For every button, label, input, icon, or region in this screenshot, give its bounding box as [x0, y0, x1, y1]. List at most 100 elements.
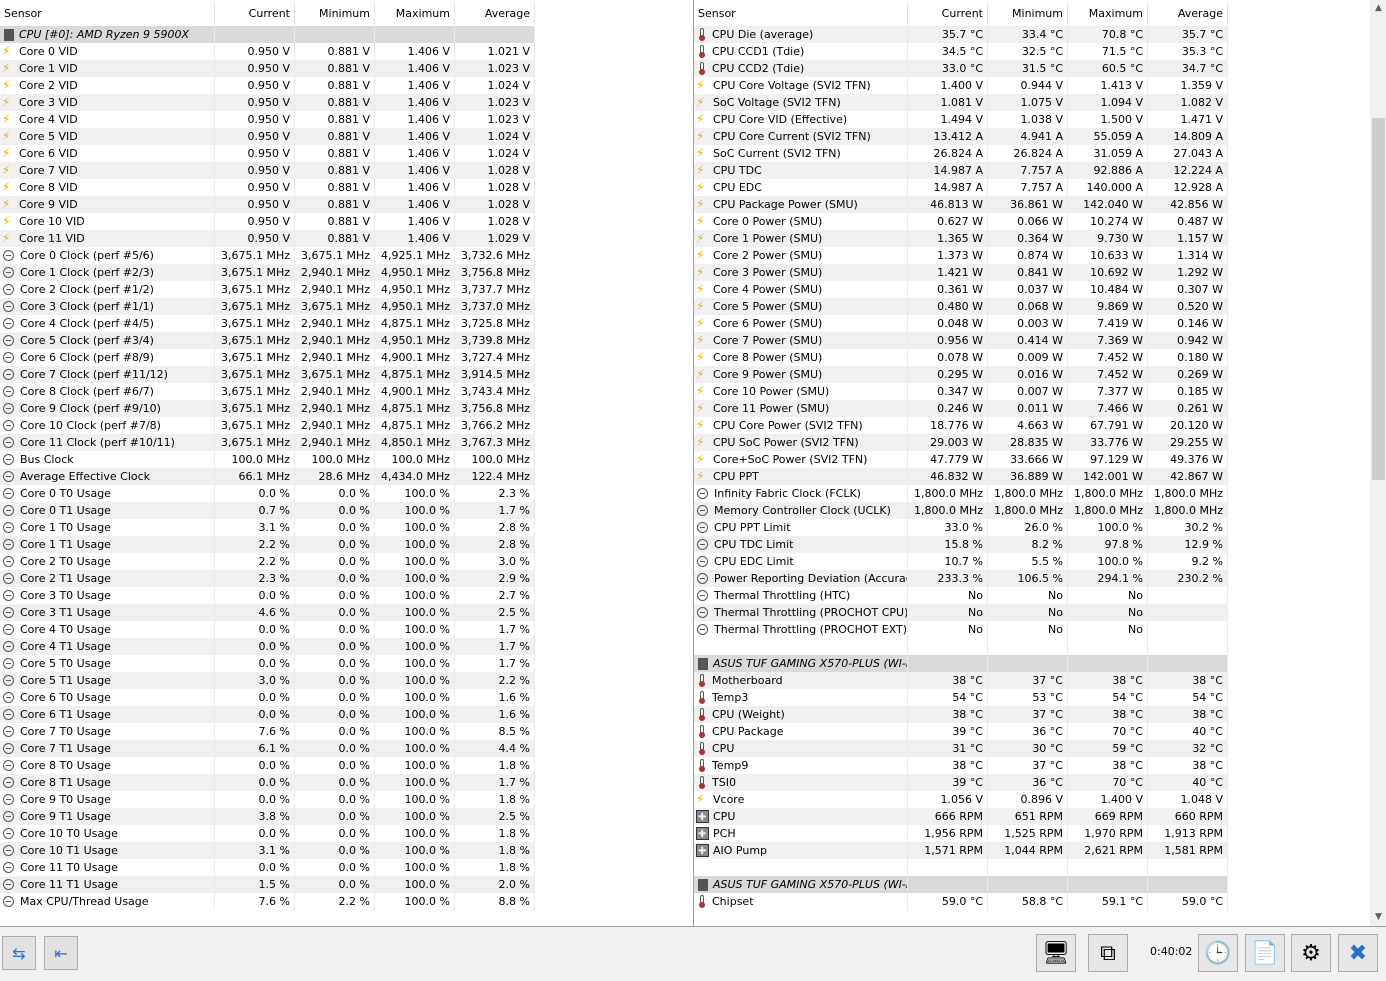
- sensor-row[interactable]: CPU Package 39 °C 36 °C 70 °C 40 °C: [694, 723, 1228, 740]
- sensor-row[interactable]: Core 9 T1 Usage 3.8 % 0.0 % 100.0 % 2.5 %: [0, 808, 535, 825]
- sensor-row[interactable]: Core 1 Clock (perf #2/3) 3,675.1 MHz 2,940…: [0, 264, 535, 281]
- sensor-row[interactable]: Core 10 T0 Usage 0.0 % 0.0 % 100.0 % 1.8 %: [0, 825, 535, 842]
- sensor-row[interactable]: Core 10 Power (SMU) 0.347 W0.007 W7.377 W…: [694, 383, 1228, 400]
- sensor-row[interactable]: Core 7 Clock (perf #11/12) 3,675.1 MHz 3,6…: [0, 366, 535, 383]
- sensor-row[interactable]: Core 8 T0 Usage 0.0 % 0.0 % 100.0 % 1.8 %: [0, 757, 535, 774]
- col-header-sensor[interactable]: Sensor: [694, 3, 908, 25]
- sensor-row[interactable]: Core 6 T0 Usage 0.0 % 0.0 % 100.0 % 1.6 %: [0, 689, 535, 706]
- sensor-row[interactable]: CPU PPT 46.832 W36.889 W142.001 W42.867 W: [694, 468, 1228, 485]
- sensor-row[interactable]: Core 1 VID 0.950 V0.881 V1.406 V1.023 V: [0, 60, 535, 77]
- sensor-row[interactable]: Temp9 38 °C 37 °C 38 °C 38 °C: [694, 757, 1228, 774]
- sensor-table-right[interactable]: Sensor Current Minimum Maximum Average C…: [693, 0, 1386, 926]
- sensor-row[interactable]: Max CPU/Thread Usage 7.6 % 2.2 % 100.0 % 8.8…: [0, 893, 535, 910]
- sensor-row[interactable]: Average Effective Clock 66.1 MHz 28.6 MHz 4…: [0, 468, 535, 485]
- col-header-minimum[interactable]: Minimum: [295, 3, 375, 25]
- col-header-average[interactable]: Average: [455, 3, 535, 25]
- sensor-row[interactable]: Core 11 T1 Usage 1.5 % 0.0 % 100.0 % 2.0 %: [0, 876, 535, 893]
- sensor-row[interactable]: Core 0 T1 Usage 0.7 % 0.0 % 100.0 % 1.7 %: [0, 502, 535, 519]
- sensor-row[interactable]: PCH 1,956 RPM1,525 RPM1,970 RPM1,913 RPM: [694, 825, 1228, 842]
- sensor-row[interactable]: Core 8 Power (SMU) 0.078 W0.009 W7.452 W0…: [694, 349, 1228, 366]
- clock-icon[interactable]: 🕒: [1198, 934, 1238, 972]
- sensor-row[interactable]: Core 2 T1 Usage 2.3 % 0.0 % 100.0 % 2.9 %: [0, 570, 535, 587]
- network-layout-icon[interactable]: ⧉: [1088, 934, 1128, 972]
- sensor-row[interactable]: Core 5 T1 Usage 3.0 % 0.0 % 100.0 % 2.2 %: [0, 672, 535, 689]
- network-monitor-icon[interactable]: 🖥: [1036, 934, 1076, 972]
- col-header-maximum[interactable]: Maximum: [1068, 3, 1148, 25]
- expand-arrows-icon[interactable]: ⇆: [2, 936, 36, 970]
- sensor-row[interactable]: Power Reporting Deviation (Accuracy) 233.…: [694, 570, 1228, 587]
- col-header-current[interactable]: Current: [908, 3, 988, 25]
- sensor-row[interactable]: Core 2 T0 Usage 2.2 % 0.0 % 100.0 % 3.0 %: [0, 553, 535, 570]
- sensor-row[interactable]: TSI0 39 °C 36 °C 70 °C 40 °C: [694, 774, 1228, 791]
- sensor-group-row[interactable]: CPU [#0]: AMD Ryzen 9 5900X: [0, 26, 535, 43]
- sensor-row[interactable]: Core 2 VID 0.950 V0.881 V1.406 V1.024 V: [0, 77, 535, 94]
- sensor-row[interactable]: Core 3 T0 Usage 0.0 % 0.0 % 100.0 % 2.7 %: [0, 587, 535, 604]
- sensor-row[interactable]: Core 0 T0 Usage 0.0 % 0.0 % 100.0 % 2.3 %: [0, 485, 535, 502]
- sensor-table-left[interactable]: Sensor Current Minimum Maximum Average C…: [0, 0, 690, 926]
- sensor-row[interactable]: Core 2 Clock (perf #1/2) 3,675.1 MHz 2,940…: [0, 281, 535, 298]
- sensor-row[interactable]: Core 8 T1 Usage 0.0 % 0.0 % 100.0 % 1.7 %: [0, 774, 535, 791]
- sensor-row[interactable]: Core 10 T1 Usage 3.1 % 0.0 % 100.0 % 1.8 %: [0, 842, 535, 859]
- sensor-row[interactable]: SoC Current (SVI2 TFN)26.824 A26.824 A31…: [694, 145, 1228, 162]
- sensor-row[interactable]: Core 10 VID 0.950 V0.881 V1.406 V1.028 V: [0, 213, 535, 230]
- sensor-row[interactable]: Core 9 VID 0.950 V0.881 V1.406 V1.028 V: [0, 196, 535, 213]
- sensor-row[interactable]: Core 3 Clock (perf #1/1) 3,675.1 MHz 3,675…: [0, 298, 535, 315]
- vertical-scrollbar[interactable]: ▲ ▼: [1370, 0, 1386, 926]
- sensor-row[interactable]: AIO Pump 1,571 RPM1,044 RPM2,621 RPM1,581…: [694, 842, 1228, 859]
- sensor-row[interactable]: Thermal Throttling (HTC) No No No: [694, 587, 1228, 604]
- sensor-row[interactable]: Core 4 VID 0.950 V0.881 V1.406 V1.023 V: [0, 111, 535, 128]
- sensor-row[interactable]: Core 4 Clock (perf #4/5) 3,675.1 MHz 2,940…: [0, 315, 535, 332]
- sensor-row[interactable]: Motherboard 38 °C 37 °C 38 °C 38 °C: [694, 672, 1228, 689]
- sensor-row[interactable]: Thermal Throttling (PROCHOT CPU) No No No: [694, 604, 1228, 621]
- col-header-minimum[interactable]: Minimum: [988, 3, 1068, 25]
- sensor-row[interactable]: Core 3 Power (SMU) 1.421 W0.841 W10.692 W…: [694, 264, 1228, 281]
- sensor-row[interactable]: Core 9 T0 Usage 0.0 % 0.0 % 100.0 % 1.8 %: [0, 791, 535, 808]
- sensor-row[interactable]: CPU (Weight) 38 °C 37 °C 38 °C 38 °C: [694, 706, 1228, 723]
- sensor-row[interactable]: Core 7 Power (SMU) 0.956 W0.414 W7.369 W0…: [694, 332, 1228, 349]
- sensor-row[interactable]: CPU Core Current (SVI2 TFN) 13.412 A4.941…: [694, 128, 1228, 145]
- sensor-row[interactable]: Chipset 59.0 °C 58.8 °C 59.1 °C 59.0 °C: [694, 893, 1228, 910]
- col-header-sensor[interactable]: Sensor: [0, 3, 215, 25]
- sensor-row[interactable]: Core 11 Clock (perf #10/11) 3,675.1 MHz 2,…: [0, 434, 535, 451]
- collapse-arrows-icon[interactable]: ⇤: [44, 936, 78, 970]
- close-icon[interactable]: ✖: [1338, 934, 1378, 972]
- sensor-row[interactable]: Core 0 Power (SMU) 0.627 W0.066 W10.274 W…: [694, 213, 1228, 230]
- sensor-row[interactable]: CPU Core Power (SVI2 TFN) 18.776 W4.663 W…: [694, 417, 1228, 434]
- col-header-current[interactable]: Current: [215, 3, 295, 25]
- add-report-icon[interactable]: 📄: [1245, 934, 1285, 972]
- sensor-row[interactable]: Core 4 Power (SMU) 0.361 W0.037 W10.484 W…: [694, 281, 1228, 298]
- gear-icon[interactable]: ⚙: [1291, 934, 1331, 972]
- sensor-row[interactable]: CPU EDC 14.987 A7.757 A140.000 A12.928 A: [694, 179, 1228, 196]
- sensor-row[interactable]: CPU 31 °C 30 °C 59 °C 32 °C: [694, 740, 1228, 757]
- sensor-row[interactable]: Core 6 Power (SMU) 0.048 W0.003 W7.419 W0…: [694, 315, 1228, 332]
- col-header-maximum[interactable]: Maximum: [375, 3, 455, 25]
- sensor-row[interactable]: Core 5 Power (SMU) 0.480 W0.068 W9.869 W0…: [694, 298, 1228, 315]
- sensor-row[interactable]: Core 1 T0 Usage 3.1 % 0.0 % 100.0 % 2.8 %: [0, 519, 535, 536]
- sensor-row[interactable]: Core 5 Clock (perf #3/4) 3,675.1 MHz 2,940…: [0, 332, 535, 349]
- sensor-row[interactable]: SoC Voltage (SVI2 TFN) 1.081 V1.075 V1.09…: [694, 94, 1228, 111]
- sensor-row[interactable]: Core 4 T1 Usage 0.0 % 0.0 % 100.0 % 1.7 %: [0, 638, 535, 655]
- sensor-row[interactable]: Core 2 Power (SMU) 1.373 W0.874 W10.633 W…: [694, 247, 1228, 264]
- scroll-up-icon[interactable]: ▲: [1370, 0, 1386, 17]
- sensor-row[interactable]: Core 11 VID 0.950 V0.881 V1.406 V1.029 V: [0, 230, 535, 247]
- sensor-row[interactable]: CPU TDC Limit 15.8 % 8.2 % 97.8 % 12.9 %: [694, 536, 1228, 553]
- sensor-row[interactable]: Core 6 Clock (perf #8/9) 3,675.1 MHz 2,940…: [0, 349, 535, 366]
- sensor-row[interactable]: Core 7 T0 Usage 7.6 % 0.0 % 100.0 % 8.5 %: [0, 723, 535, 740]
- sensor-row[interactable]: Core 7 VID 0.950 V0.881 V1.406 V1.028 V: [0, 162, 535, 179]
- sensor-row[interactable]: CPU Core VID (Effective)1.494 V1.038 V1.…: [694, 111, 1228, 128]
- sensor-row[interactable]: Vcore 1.056 V0.896 V1.400 V1.048 V: [694, 791, 1228, 808]
- scroll-thumb[interactable]: [1372, 118, 1385, 480]
- sensor-row[interactable]: Core 5 VID 0.950 V0.881 V1.406 V1.024 V: [0, 128, 535, 145]
- sensor-row[interactable]: Memory Controller Clock (UCLK) 1,800.0 MH…: [694, 502, 1228, 519]
- sensor-row[interactable]: Core+SoC Power (SVI2 TFN) 47.779 W33.666 …: [694, 451, 1228, 468]
- sensor-row[interactable]: Core 8 Clock (perf #6/7) 3,675.1 MHz 2,940…: [0, 383, 535, 400]
- sensor-row[interactable]: Core 4 T0 Usage 0.0 % 0.0 % 100.0 % 1.7 %: [0, 621, 535, 638]
- sensor-row[interactable]: Core 0 VID 0.950 V0.881 V1.406 V1.021 V: [0, 43, 535, 60]
- sensor-row[interactable]: Core 3 VID 0.950 V0.881 V1.406 V1.023 V: [0, 94, 535, 111]
- sensor-group-row[interactable]: ASUS TUF GAMING X570-PLUS (WI-F...: [694, 876, 1228, 893]
- scroll-down-icon[interactable]: ▼: [1370, 909, 1386, 926]
- sensor-row[interactable]: Core 11 Power (SMU) 0.246 W0.011 W7.466 W…: [694, 400, 1228, 417]
- sensor-row[interactable]: Core 3 T1 Usage 4.6 % 0.0 % 100.0 % 2.5 %: [0, 604, 535, 621]
- sensor-row[interactable]: CPU Core Voltage (SVI2 TFN) 1.400 V0.944 …: [694, 77, 1228, 94]
- sensor-row[interactable]: Core 6 VID 0.950 V0.881 V1.406 V1.024 V: [0, 145, 535, 162]
